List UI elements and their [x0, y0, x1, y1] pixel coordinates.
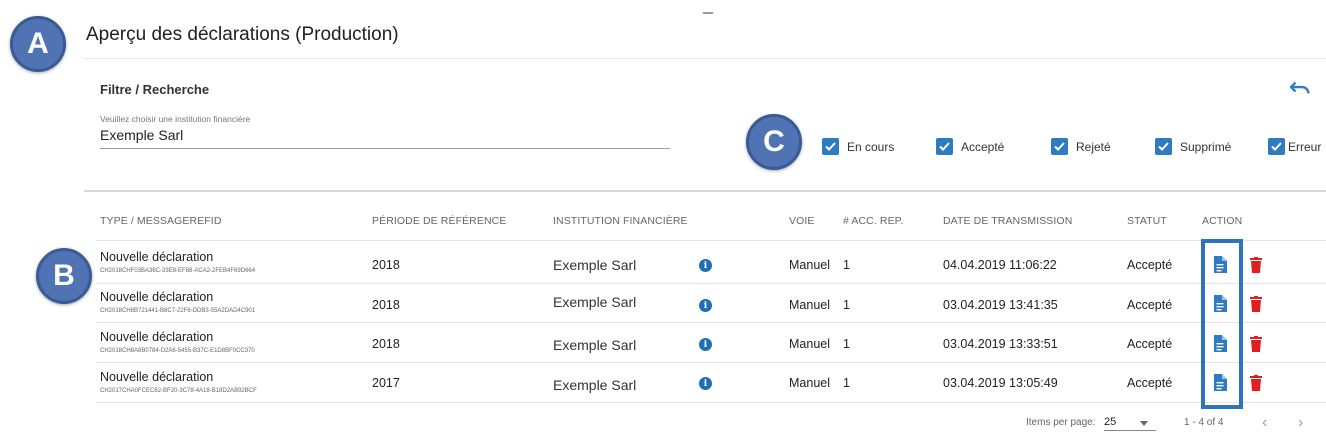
row-institution: Exemple Sarl — [553, 337, 637, 353]
next-page-icon[interactable]: › — [1298, 414, 1303, 432]
row-status: Accepté — [1127, 258, 1173, 272]
row-message-ref-id: CH2018CHF03BA36C-33E9-EF88-ACA2-2FEB4F69… — [100, 268, 256, 274]
divider — [84, 58, 1326, 59]
checkbox-checked-icon — [1268, 138, 1285, 155]
column-header-date[interactable]: DATE DE TRANSMISSION — [943, 215, 1072, 227]
page-range: 1 - 4 of 4 — [1184, 417, 1224, 428]
annotation-badge-c: C — [746, 114, 802, 170]
row-institution: Exemple Sarl — [553, 377, 637, 393]
row-date: 03.04.2019 13:41:35 — [943, 298, 1058, 312]
row-date: 04.04.2019 11:06:22 — [943, 258, 1057, 272]
column-header-institution[interactable]: INSTITUTION FINANCIÈRE — [553, 215, 688, 227]
row-status: Accepté — [1127, 298, 1173, 312]
row-divider — [96, 402, 1326, 403]
column-header-acc[interactable]: # ACC. REP. — [843, 215, 903, 227]
checkbox-checked-icon — [822, 138, 839, 155]
column-header-period[interactable]: PÉRIODE DE RÉFÉRENCE — [372, 215, 506, 227]
filter-checkbox-label: Accepté — [961, 139, 1005, 154]
row-period: 2018 — [372, 337, 400, 351]
filter-checkbox-rejete[interactable]: Rejeté — [1051, 138, 1111, 155]
row-message-ref-id: CH2018CH8A8B0784-D2A6-5455-B37C-E1D8BF0C… — [100, 348, 255, 354]
chevron-down-icon — [1140, 421, 1148, 426]
row-acc-rep: 1 — [843, 376, 850, 390]
row-type: Nouvelle déclaration — [100, 250, 214, 264]
filter-checkbox-label: Erreur — [1288, 139, 1322, 154]
row-period: 2018 — [372, 258, 400, 272]
column-header-channel[interactable]: VOIE — [789, 215, 815, 227]
items-per-page-label: Items per page: — [1026, 417, 1096, 428]
institution-select[interactable]: Exemple Sarl — [100, 127, 183, 143]
column-header-status[interactable]: STATUT — [1127, 215, 1167, 227]
filter-checkbox-label: Supprimé — [1180, 139, 1232, 154]
row-divider — [96, 283, 1326, 284]
checkbox-checked-icon — [1155, 138, 1172, 155]
row-institution: Exemple Sarl — [553, 294, 637, 310]
institution-field-underline — [100, 148, 670, 149]
checkbox-checked-icon — [1051, 138, 1068, 155]
info-icon[interactable]: i — [699, 338, 712, 351]
row-divider — [96, 362, 1326, 363]
trash-icon[interactable] — [1250, 296, 1262, 312]
section-divider — [84, 190, 1326, 192]
row-acc-rep: 1 — [843, 337, 850, 351]
annotation-badge-b: B — [36, 248, 92, 304]
row-acc-rep: 1 — [843, 258, 850, 272]
annotation-badge-a: A — [10, 16, 66, 72]
row-channel: Manuel — [789, 376, 830, 390]
row-message-ref-id: CH2017CHA0FCEC62-BF20-3C78-4A18-B18D2AB9… — [100, 388, 257, 394]
page-title: Aperçu des déclarations (Production) — [86, 24, 399, 45]
row-type: Nouvelle déclaration — [100, 290, 214, 304]
undo-icon[interactable] — [1289, 79, 1311, 97]
filter-checkbox-accepte[interactable]: Accepté — [936, 138, 1004, 155]
trash-icon[interactable] — [1250, 257, 1262, 273]
filter-checkbox-supprime[interactable]: Supprimé — [1155, 138, 1231, 155]
trash-icon[interactable] — [1250, 336, 1262, 352]
row-period: 2018 — [372, 298, 400, 312]
column-header-type[interactable]: TYPE / MESSAGEREFID — [100, 215, 222, 227]
row-channel: Manuel — [789, 298, 830, 312]
row-status: Accepté — [1127, 337, 1173, 351]
checkbox-checked-icon — [936, 138, 953, 155]
action-column-highlight — [1201, 239, 1243, 409]
filter-title: Filtre / Recherche — [100, 82, 210, 97]
row-divider — [96, 240, 1326, 241]
row-type: Nouvelle déclaration — [100, 370, 214, 384]
institution-field-label: Veuillez choisir une institution financi… — [100, 114, 251, 124]
trash-icon[interactable] — [1250, 375, 1262, 391]
info-icon[interactable]: i — [699, 299, 712, 312]
filter-checkbox-label: En cours — [847, 139, 895, 154]
row-channel: Manuel — [789, 337, 830, 351]
filter-checkbox-label: Rejeté — [1076, 139, 1111, 154]
row-channel: Manuel — [789, 258, 830, 272]
row-message-ref-id: CH2018CH8B721441-B8C7-22F6-DDB3-55A2DAD4… — [100, 308, 256, 314]
column-header-action: ACTION — [1202, 215, 1243, 227]
row-type: Nouvelle déclaration — [100, 330, 214, 344]
row-acc-rep: 1 — [843, 298, 850, 312]
row-date: 03.04.2019 13:05:49 — [943, 376, 1058, 390]
page-size-select[interactable]: 25 — [1104, 416, 1156, 431]
row-status: Accepté — [1127, 376, 1173, 390]
filter-checkbox-erreur[interactable]: Erreur — [1268, 138, 1321, 155]
info-icon[interactable]: i — [699, 259, 712, 272]
row-period: 2017 — [372, 376, 400, 390]
filter-checkbox-en-cours[interactable]: En cours — [822, 138, 894, 155]
divider — [703, 12, 713, 14]
info-icon[interactable]: i — [699, 377, 712, 390]
row-divider — [96, 322, 1326, 323]
row-date: 03.04.2019 13:33:51 — [943, 337, 1058, 351]
row-institution: Exemple Sarl — [553, 257, 637, 273]
previous-page-icon[interactable]: ‹ — [1262, 414, 1267, 432]
